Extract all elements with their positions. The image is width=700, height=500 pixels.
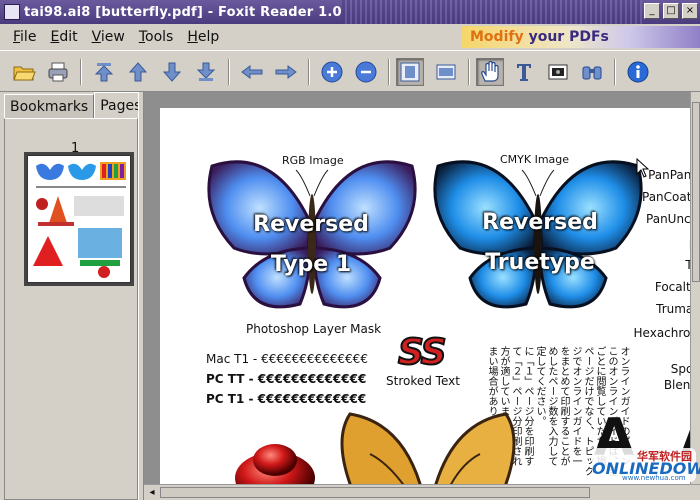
banner-text-pdfs: your PDFs: [528, 29, 609, 45]
jp-col-9: に「１」ページ分を印刷す: [522, 346, 533, 466]
menu-tools[interactable]: Tools: [132, 29, 181, 45]
print-icon[interactable]: [44, 58, 72, 86]
previous-page-icon[interactable]: [124, 58, 152, 86]
maximize-button[interactable]: □: [663, 3, 679, 19]
title-bar-decoration: [342, 0, 642, 24]
right-col-item-2: PanCoate: [642, 190, 690, 204]
fit-page-icon[interactable]: [396, 58, 424, 86]
thumbnail-page-number: 1: [71, 141, 80, 156]
right-col-item-7: Trumat: [656, 302, 690, 316]
next-page-icon[interactable]: [158, 58, 186, 86]
document-view[interactable]: RGB Image CMYK Image Reversed Type 1 Rev…: [144, 92, 690, 484]
red-sphere-image: [235, 444, 315, 484]
close-button[interactable]: ×: [682, 3, 698, 19]
butterfly-cmyk-image: [433, 160, 643, 309]
reversed-truetype-line2: Truetype: [485, 250, 595, 275]
foxit-reader-window: tai98.ai8 [butterfly.pdf] - Foxit Reader…: [0, 0, 700, 500]
zoom-out-icon[interactable]: [352, 58, 380, 86]
modify-pdfs-banner[interactable]: Modify your PDFs: [462, 26, 700, 48]
page-thumbnail[interactable]: [27, 155, 131, 283]
right-col-item-3: PanUnco: [646, 212, 690, 226]
window-title: tai98.ai8 [butterfly.pdf] - Foxit Reader…: [24, 4, 342, 20]
find-icon[interactable]: [578, 58, 606, 86]
tab-bookmarks[interactable]: Bookmarks: [4, 94, 95, 118]
euro-row-pc-tt: PC TT - €€€€€€€€€€€€€: [206, 372, 367, 386]
butterfly-rgb-image: [207, 160, 417, 309]
photoshop-layer-mask-label: Photoshop Layer Mask: [246, 322, 382, 336]
info-icon[interactable]: [624, 58, 652, 86]
pdf-page: RGB Image CMYK Image Reversed Type 1 Rev…: [160, 108, 690, 484]
scroll-left-arrow-icon[interactable]: ◂: [146, 487, 158, 499]
menu-bar: File Edit View Tools Help Modify your PD…: [0, 24, 700, 50]
pages-panel: 1: [4, 118, 138, 500]
text-select-icon[interactable]: [510, 58, 538, 86]
last-page-icon[interactable]: [192, 58, 220, 86]
hand-tool-icon[interactable]: [476, 58, 504, 86]
right-col-item-4: D: [642, 238, 690, 252]
zoom-in-icon[interactable]: [318, 58, 346, 86]
horizontal-scroll-thumb[interactable]: [160, 487, 590, 498]
forward-icon[interactable]: [272, 58, 300, 86]
menu-view[interactable]: View: [85, 29, 132, 45]
site-watermark-logo: 华军软件园 ONLINEDOWN www.newhua.com: [592, 448, 700, 482]
fit-width-icon[interactable]: [432, 58, 460, 86]
snapshot-icon[interactable]: [544, 58, 572, 86]
horizontal-scrollbar[interactable]: ◂: [144, 484, 700, 500]
jp-col-6: をまとめて印刷することが: [558, 346, 569, 466]
banner-text-modify: Modify: [470, 29, 524, 45]
main-toolbar: [0, 50, 700, 92]
right-col-item-5: To: [685, 258, 690, 272]
menu-help[interactable]: Help: [180, 29, 226, 45]
vertical-scroll-thumb[interactable]: [692, 102, 700, 282]
minimize-button[interactable]: _: [644, 3, 660, 19]
ss-stroked-logo: SS: [397, 331, 448, 374]
right-col-item-8: Hexachron: [633, 326, 690, 340]
right-col-item-6: Focalto: [654, 280, 690, 294]
euro-row-mac-t1: Mac T1 - €€€€€€€€€€€€€€: [206, 352, 368, 366]
app-icon[interactable]: [4, 4, 20, 20]
back-icon[interactable]: [238, 58, 266, 86]
stroked-text-label: Stroked Text: [386, 374, 460, 388]
open-icon[interactable]: [10, 58, 38, 86]
right-col-item-9: Spot: [670, 362, 690, 376]
menu-file[interactable]: File: [6, 29, 43, 45]
jp-col-8: 定してください。: [534, 346, 545, 426]
reversed-truetype-line1: Reversed: [482, 210, 598, 235]
jp-col-5: ジでオンラインガイドを一: [570, 346, 581, 466]
mouse-cursor-icon: [636, 158, 650, 178]
menu-edit[interactable]: Edit: [43, 29, 84, 45]
right-col-item-10: Blend: [663, 378, 690, 392]
reversed-type1-line2: Type 1: [270, 252, 352, 277]
vertical-scrollbar[interactable]: [690, 92, 700, 484]
first-page-icon[interactable]: [90, 58, 118, 86]
orange-butterfly-image: [340, 412, 516, 484]
title-bar: tai98.ai8 [butterfly.pdf] - Foxit Reader…: [0, 0, 700, 24]
jp-col-7: めしたページ数を入力して: [546, 346, 557, 466]
sidebar-tabs: Bookmarks Pages: [4, 92, 148, 118]
reversed-type1-line1: Reversed: [253, 212, 369, 237]
watermark-url-text: www.newhua.com: [622, 474, 686, 482]
